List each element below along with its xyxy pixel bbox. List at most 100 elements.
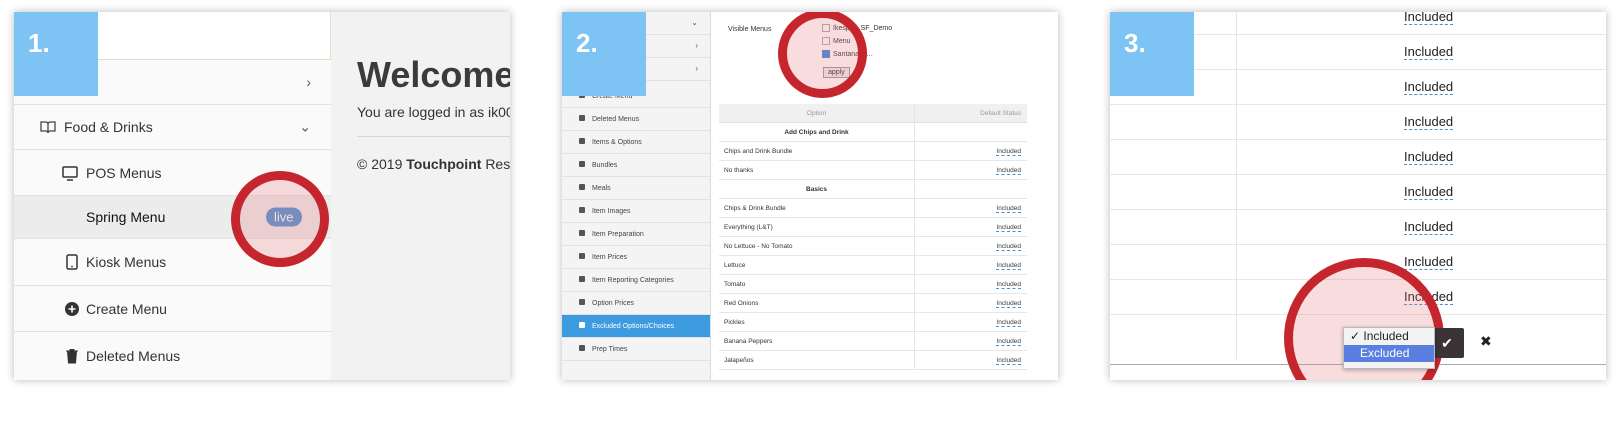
sidebar-item-food-drinks[interactable]: Food & Drinks ⌄ [14, 105, 331, 150]
column-divider [914, 104, 915, 122]
sidebar-item-label: Item Images [592, 208, 631, 215]
page-title: Welcome [357, 54, 510, 95]
status-value[interactable]: Included [1404, 44, 1454, 60]
status-value[interactable]: Included [996, 281, 1021, 289]
step-2-panel: ⌄ › › Create Menu Deleted Menus Items & Optio… [562, 12, 1058, 380]
menu-item-icon [579, 138, 585, 144]
tablet-icon [64, 254, 80, 270]
column-divider [914, 351, 915, 369]
column-divider [914, 180, 915, 198]
trash-icon [64, 348, 80, 364]
visible-menus-label: Visible Menus [728, 26, 772, 33]
table-row: Chips & Drink Bundle Included [719, 199, 1027, 218]
status-value[interactable]: Included [1404, 254, 1454, 270]
status-value[interactable]: Included [1404, 184, 1454, 200]
status-value[interactable]: Included [996, 319, 1021, 327]
column-divider [914, 199, 915, 217]
option-name: Jalapeños [724, 357, 754, 364]
status-value[interactable]: Included [996, 205, 1021, 213]
cancel-button[interactable]: ✖ [1480, 333, 1492, 350]
table-row: No thanks Included [719, 161, 1027, 180]
main-content: Visible Menus Ikespa…SF_Demo Menu Santan… [711, 12, 1058, 380]
column-divider [914, 256, 915, 274]
status-value[interactable]: Included [1404, 149, 1454, 165]
monitor-icon [62, 165, 78, 181]
menu-item-icon [579, 345, 585, 351]
sidebar-item-create-menu[interactable]: Create Menu [14, 286, 331, 332]
copyright-prefix: © 2019 [357, 156, 403, 172]
option-name: Chips & Drink Bundle [724, 205, 786, 212]
status-value[interactable]: Included [996, 357, 1021, 365]
status-value[interactable]: Included [996, 262, 1021, 270]
status-value[interactable]: Included [996, 224, 1021, 232]
status-value[interactable]: Included [1404, 79, 1454, 95]
menu-item-icon [579, 276, 585, 282]
menu-item-icon [579, 184, 585, 190]
column-divider [914, 332, 915, 350]
step-number-badge: 3. [1110, 12, 1194, 96]
sidebar-item[interactable]: Items & Options [562, 131, 710, 154]
chevron-down-icon: ⌄ [691, 18, 698, 27]
table-row: Pickles Included [719, 313, 1027, 332]
option-name: No thanks [724, 167, 754, 174]
sidebar-item[interactable]: Option Prices [562, 292, 710, 315]
sidebar-item[interactable]: Excluded Options/Choices [562, 315, 710, 338]
column-header: Option [806, 110, 827, 117]
sidebar-item-label: Kiosk Menus [86, 254, 167, 270]
sidebar-item-label: POS Menus [86, 164, 162, 181]
chevron-right-icon: › [695, 41, 698, 50]
sidebar-item-label: Deleted Menus [592, 116, 640, 123]
table-row: Included [1110, 210, 1606, 245]
status-value[interactable]: Included [1404, 12, 1454, 25]
sidebar-item-label: Food & Drinks [64, 119, 153, 135]
status-value[interactable]: Included [996, 243, 1021, 251]
sidebar-item-label: Prep Times [592, 346, 628, 353]
table-header: Option Default Status [719, 104, 1027, 123]
option-name: Tomato [724, 281, 746, 288]
status-value[interactable]: Included [996, 148, 1021, 156]
copyright: © 2019 Touchpoint Resta [357, 156, 510, 172]
table-row: Included [1110, 175, 1606, 210]
table-row: Red Onions Included [719, 294, 1027, 313]
table-row: Lettuce Included [719, 256, 1027, 275]
table-section-row: Add Chips and Drink [719, 123, 1027, 142]
sidebar-item[interactable]: Item Preparation [562, 223, 710, 246]
option-name: Red Onions [724, 300, 759, 307]
status-value[interactable]: Included [996, 300, 1021, 308]
sidebar-item[interactable]: Deleted Menus [562, 108, 710, 131]
status-value[interactable]: Included [1404, 114, 1454, 130]
status-dropdown[interactable]: ✓ Included Excluded [1343, 327, 1435, 369]
status-value[interactable]: Included [1404, 219, 1454, 235]
column-divider [914, 123, 915, 141]
step-number-badge: 2. [562, 12, 646, 96]
logged-in-text: You are logged in as ik001 [357, 104, 510, 120]
column-divider [1236, 35, 1237, 69]
main-content: Welcome You are logged in as ik001 © 201… [331, 12, 510, 380]
sidebar-item[interactable]: Meals [562, 177, 710, 200]
option-name: Lettuce [724, 262, 746, 269]
sidebar-item[interactable]: Bundles [562, 154, 710, 177]
option-name: Basics [806, 186, 827, 193]
confirm-button[interactable]: ✔ [1430, 328, 1464, 358]
sidebar-item[interactable]: Item Prices [562, 246, 710, 269]
sidebar-item-label: Deleted Menus [86, 348, 181, 364]
highlight-circle [231, 171, 329, 267]
dropdown-option-excluded[interactable]: Excluded [1344, 345, 1434, 362]
column-divider [914, 142, 915, 160]
option-name: Everything (L&T) [724, 224, 773, 231]
column-divider [1236, 12, 1237, 34]
column-divider [1236, 140, 1237, 174]
status-value[interactable]: Included [996, 338, 1021, 346]
sidebar-item[interactable]: Item Reporting Categories [562, 269, 710, 292]
book-icon [40, 119, 56, 135]
status-value[interactable]: Included [996, 167, 1021, 175]
column-divider [914, 218, 915, 236]
menu-item-icon [579, 322, 585, 328]
sidebar-item[interactable]: Prep Times [562, 338, 710, 361]
option-name: Pickles [724, 319, 745, 326]
sidebar-item[interactable]: Item Images [562, 200, 710, 223]
option-label: Included [1363, 329, 1409, 343]
column-divider [1236, 245, 1237, 279]
sidebar-item-deleted-menus[interactable]: Deleted Menus [14, 332, 331, 380]
dropdown-option-included[interactable]: ✓ Included [1344, 328, 1434, 345]
